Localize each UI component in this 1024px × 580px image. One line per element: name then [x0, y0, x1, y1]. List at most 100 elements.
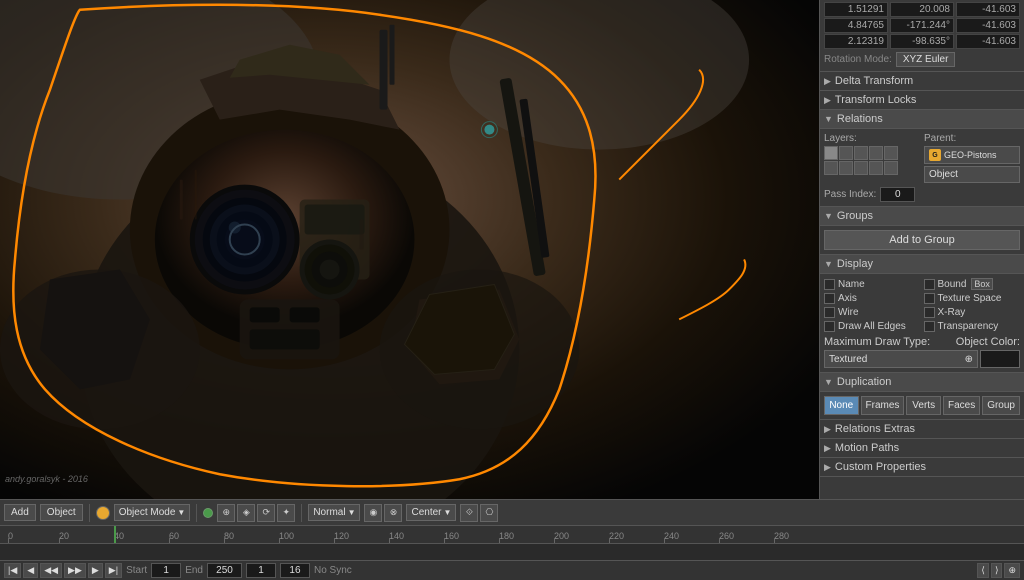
layer-dot-6[interactable] — [824, 161, 838, 175]
icon-btn-7[interactable]: ⟐ — [460, 504, 478, 522]
step-frame-input[interactable] — [280, 563, 310, 578]
icon-btn-6[interactable]: ⊗ — [384, 504, 402, 522]
icon-btn-3[interactable]: ⟳ — [257, 504, 275, 522]
display-xray-label: X-Ray — [938, 307, 966, 318]
layers-grid[interactable] — [824, 146, 920, 175]
dup-faces-button[interactable]: Faces — [943, 396, 980, 415]
parent-type-field[interactable]: Object — [924, 166, 1020, 183]
custom-properties-arrow: ▶ — [824, 462, 831, 473]
end-label: End — [185, 565, 203, 576]
layer-dot-10[interactable] — [884, 161, 898, 175]
custom-properties-header[interactable]: ▶ Custom Properties — [820, 458, 1024, 477]
display-drawedges-checkbox[interactable] — [824, 321, 835, 332]
prev-frame-button[interactable]: ◀ — [23, 563, 38, 578]
bound-box-label[interactable]: Box — [971, 278, 993, 290]
play-backward-button[interactable]: ◀◀ — [40, 563, 62, 578]
play-forward-button[interactable]: ▶▶ — [64, 563, 86, 578]
transform-y1[interactable]: 20.008 — [890, 2, 954, 17]
transform-z3[interactable]: -41.603 — [956, 34, 1020, 49]
timeline-btn-3[interactable]: ⊕ — [1004, 563, 1020, 578]
object-mode-icon — [96, 506, 110, 520]
current-frame-input[interactable] — [246, 563, 276, 578]
draw-type-select[interactable]: Textured ⊕ — [824, 350, 978, 368]
duplication-content: None Frames Verts Faces Group — [820, 392, 1024, 420]
start-frame-input[interactable] — [151, 563, 181, 578]
pass-index-value[interactable]: 0 — [880, 187, 915, 202]
next-frame-button[interactable]: ▶ — [88, 563, 103, 578]
toolbar-sep-3 — [301, 504, 302, 522]
display-transparency-checkbox[interactable] — [924, 321, 935, 332]
max-draw-inputs: Textured ⊕ — [824, 350, 1020, 368]
display-axis-checkbox[interactable] — [824, 293, 835, 304]
end-frame-input[interactable] — [207, 563, 242, 578]
groups-header[interactable]: ▼ Groups — [820, 207, 1024, 226]
layer-dot-2[interactable] — [839, 146, 853, 160]
display-wire-label: Wire — [838, 307, 859, 318]
icon-btn-4[interactable]: ✦ — [277, 504, 295, 522]
rotation-mode-value[interactable]: XYZ Euler — [896, 52, 956, 67]
icon-btn-2[interactable]: ◈ — [237, 504, 255, 522]
transform-z2[interactable]: -41.603 — [956, 18, 1020, 33]
delta-transform-header[interactable]: ▶ Delta Transform — [820, 72, 1024, 91]
layer-dot-5[interactable] — [884, 146, 898, 160]
relations-label: Relations — [837, 113, 883, 125]
icon-btn-8[interactable]: ⎔ — [480, 504, 498, 522]
dup-frames-button[interactable]: Frames — [861, 396, 905, 415]
ruler-tick-60 — [169, 538, 170, 543]
motion-paths-header[interactable]: ▶ Motion Paths — [820, 439, 1024, 458]
display-header[interactable]: ▼ Display — [820, 255, 1024, 274]
viewport-indicator — [203, 508, 213, 518]
timeline-btn-1[interactable]: ⟨ — [977, 563, 989, 578]
add-to-group-button[interactable]: Add to Group — [824, 230, 1020, 250]
timeline-tracks[interactable] — [0, 544, 1024, 560]
relations-extras-header[interactable]: ▶ Relations Extras — [820, 420, 1024, 439]
ruler-tick-20 — [59, 538, 60, 543]
icon-btn-5[interactable]: ◉ — [364, 504, 382, 522]
display-texspace-checkbox[interactable] — [924, 293, 935, 304]
layer-dot-1[interactable] — [824, 146, 838, 160]
timeline-btn-2[interactable]: ⟩ — [991, 563, 1003, 578]
ruler-mark-160: 160 — [444, 531, 459, 541]
relations-extras-arrow: ▶ — [824, 424, 831, 435]
transform-x1[interactable]: 1.51291 — [824, 2, 888, 17]
transform-z1[interactable]: -41.603 — [956, 2, 1020, 17]
display-xray-checkbox[interactable] — [924, 307, 935, 318]
transform-x2[interactable]: 4.84765 — [824, 18, 888, 33]
ruler-tick-80 — [224, 538, 225, 543]
dup-none-button[interactable]: None — [824, 396, 859, 415]
layer-dot-4[interactable] — [869, 146, 883, 160]
jump-start-button[interactable]: |◀ — [4, 563, 21, 578]
duplication-header[interactable]: ▼ Duplication — [820, 373, 1024, 392]
parent-name: GEO-Pistons — [944, 150, 997, 160]
object-color-swatch[interactable] — [980, 350, 1020, 368]
object-button[interactable]: Object — [40, 504, 83, 521]
layer-dot-3[interactable] — [854, 146, 868, 160]
add-button[interactable]: Add — [4, 504, 36, 521]
jump-end-button[interactable]: ▶| — [105, 563, 122, 578]
viewport[interactable]: andy.goralsyk - 2016 — [0, 0, 819, 499]
mode-selector[interactable]: Object Mode ▼ — [114, 504, 191, 521]
pass-index-row: Pass Index: 0 — [824, 187, 1020, 202]
ruler-mark-80: 80 — [224, 531, 234, 541]
normal-selector[interactable]: Normal ▼ — [308, 504, 360, 521]
display-bound-checkbox[interactable] — [924, 279, 935, 290]
display-wire-checkbox[interactable] — [824, 307, 835, 318]
display-checkboxes: Name Bound Box Axis Texture Space — [824, 278, 1020, 332]
playhead[interactable] — [114, 526, 116, 543]
normal-label: Normal — [313, 507, 345, 518]
layer-dot-9[interactable] — [869, 161, 883, 175]
transform-y3[interactable]: -98.635° — [890, 34, 954, 49]
ruler-tick-120 — [334, 538, 335, 543]
dup-group-button[interactable]: Group — [982, 396, 1020, 415]
transform-locks-header[interactable]: ▶ Transform Locks — [820, 91, 1024, 110]
relations-header[interactable]: ▼ Relations — [820, 110, 1024, 129]
dup-verts-button[interactable]: Verts — [906, 396, 941, 415]
display-name-checkbox[interactable] — [824, 279, 835, 290]
transform-y2[interactable]: -171.244° — [890, 18, 954, 33]
layer-dot-7[interactable] — [839, 161, 853, 175]
center-selector[interactable]: Center ▼ — [406, 504, 456, 521]
transform-locks-label: Transform Locks — [835, 94, 917, 106]
transform-x3[interactable]: 2.12319 — [824, 34, 888, 49]
icon-btn-1[interactable]: ⊕ — [217, 504, 235, 522]
layer-dot-8[interactable] — [854, 161, 868, 175]
